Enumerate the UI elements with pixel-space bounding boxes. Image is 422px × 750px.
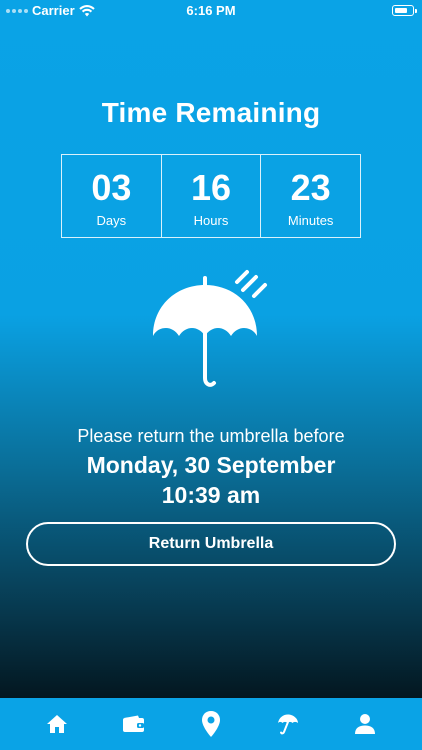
status-bar: Carrier 6:16 PM xyxy=(0,0,422,22)
wallet-icon xyxy=(122,715,144,732)
countdown-hours: 16 Hours xyxy=(160,155,261,237)
umbrella-icon xyxy=(278,714,299,735)
countdown-hours-value: 16 xyxy=(190,167,232,208)
return-deadline: Monday, 30 September 10:39 am xyxy=(0,450,422,510)
home-icon xyxy=(46,715,67,733)
return-prompt: Please return the umbrella before xyxy=(77,426,345,446)
tab-wallet[interactable] xyxy=(112,702,156,746)
umbrella-rain-icon xyxy=(153,270,267,387)
countdown-days-label: Days xyxy=(96,213,127,228)
location-pin-icon xyxy=(201,711,220,737)
return-umbrella-button[interactable]: Return Umbrella xyxy=(26,522,396,566)
profile-icon xyxy=(355,714,376,734)
battery-icon xyxy=(392,5,417,16)
countdown-days: 03 Days xyxy=(62,155,161,237)
status-time: 6:16 PM xyxy=(186,3,236,18)
tab-location[interactable] xyxy=(189,702,233,746)
return-deadline-time: 10:39 am xyxy=(161,482,261,508)
tab-umbrella[interactable] xyxy=(266,702,310,746)
countdown-minutes: 23 Minutes xyxy=(260,155,360,237)
countdown-days-value: 03 xyxy=(91,167,132,208)
countdown-timer: 03 Days 16 Hours 23 Minutes xyxy=(61,154,361,238)
tab-bar xyxy=(0,698,422,750)
page-title: Time Remaining xyxy=(101,97,321,128)
battery-level xyxy=(394,7,408,13)
tab-profile[interactable] xyxy=(343,702,387,746)
countdown-minutes-value: 23 xyxy=(290,167,331,208)
return-deadline-date: Monday, 30 September xyxy=(86,452,336,478)
screen: Carrier 6:16 PM Time Remaining 03 Days 1… xyxy=(0,0,422,750)
countdown-hours-label: Hours xyxy=(193,213,229,228)
countdown-minutes-label: Minutes xyxy=(287,213,334,228)
tab-home[interactable] xyxy=(35,702,79,746)
